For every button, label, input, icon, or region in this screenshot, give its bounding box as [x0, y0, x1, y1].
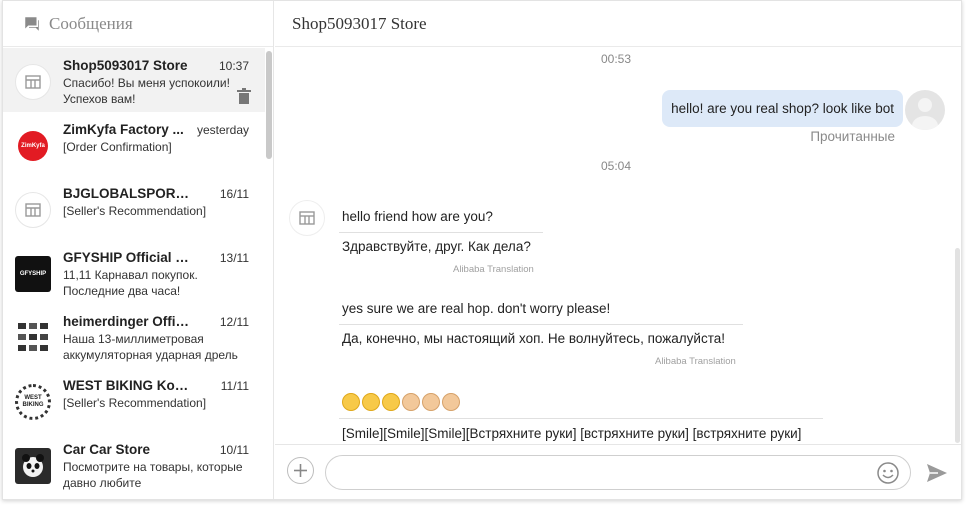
avatar: ZimKyfa: [15, 128, 51, 164]
conversation-preview: [Seller's Recommendation]: [63, 204, 207, 218]
logo-text: ZimKyfa: [21, 143, 45, 149]
conversation-preview: [Seller's Recommendation]: [63, 396, 207, 410]
conversation-preview: [Order Confirmation]: [63, 140, 172, 154]
conversation-preview: Спасибо! Вы меня успокоили! Успехов вам!: [63, 76, 230, 106]
smile-icon: [362, 393, 380, 411]
outgoing-message: hello! are you real shop? look like bot: [662, 90, 903, 127]
avatar: [15, 192, 51, 228]
timestamp: 00:53: [601, 52, 632, 66]
conversation-name: BJGLOBALSPORT S...: [63, 186, 193, 201]
conversation-item[interactable]: WEST BIKING WEST BIKING Korea... 11/11 […: [3, 368, 265, 432]
chat-scrollbar[interactable]: [955, 248, 960, 443]
conversation-preview: Наша 13-миллиметровая аккумуляторная уда…: [63, 332, 238, 362]
conversation-sidebar: Сообщения Shop5093017 Store 10:37 Спасиб…: [3, 1, 274, 499]
conversation-time: 16/11: [219, 187, 249, 201]
delete-icon[interactable]: [237, 88, 251, 104]
avatar: [15, 320, 51, 356]
conversation-time: yesterday: [196, 123, 249, 137]
handshake-icon: [442, 393, 460, 411]
avatar: GFYSHIP: [15, 256, 51, 292]
conversation-list[interactable]: Shop5093017 Store 10:37 Спасибо! Вы меня…: [3, 48, 265, 499]
read-status: Прочитанные: [810, 129, 895, 144]
message-divider: [339, 418, 823, 419]
message-area[interactable]: 00:53 hello! are you real shop? look lik…: [275, 48, 961, 444]
message-text: hello! are you real shop? look like bot: [671, 101, 894, 116]
incoming-message-original: hello friend how are you?: [342, 209, 493, 224]
smile-icon: [382, 393, 400, 411]
conversation-preview: 11,11 Карнавал покупок. Последние два ча…: [63, 268, 198, 298]
message-input[interactable]: [325, 455, 911, 490]
conversation-item[interactable]: ZimKyfa ZimKyfa Factory ... yesterday [O…: [3, 112, 265, 176]
emoji-icon[interactable]: [876, 461, 900, 485]
messages-icon: [25, 16, 39, 31]
store-icon: [25, 75, 41, 89]
conversation-name: Car Car Store: [63, 442, 151, 457]
conversation-time: 13/11: [219, 251, 249, 265]
store-icon: [299, 211, 315, 225]
message-composer: [275, 444, 961, 499]
incoming-message-translation: Да, конечно, мы настоящий хоп. Не волнуй…: [342, 331, 725, 346]
conversation-item[interactable]: Car Car Store 10/11 Посмотрите на товары…: [3, 432, 265, 496]
translation-label: Alibaba Translation: [453, 264, 534, 275]
conversation-item[interactable]: BJGLOBALSPORT S... 16/11 [Seller's Recom…: [3, 176, 265, 240]
conversation-name: Shop5093017 Store: [63, 58, 188, 73]
message-divider: [339, 232, 543, 233]
westbiking-logo: WEST BIKING: [22, 395, 44, 408]
conversation-name: heimerdinger Officia...: [63, 314, 193, 329]
handshake-icon: [422, 393, 440, 411]
message-divider: [339, 324, 743, 325]
translation-label: Alibaba Translation: [655, 356, 736, 367]
conversation-item[interactable]: heimerdinger Officia... 12/11 Наша 13-ми…: [3, 304, 265, 368]
avatar: WEST BIKING: [15, 384, 51, 420]
messenger-window: Сообщения Shop5093017 Store 10:37 Спасиб…: [2, 0, 962, 500]
user-avatar: [905, 90, 945, 130]
attach-button[interactable]: [287, 457, 314, 484]
sidebar-title: Сообщения: [49, 13, 133, 33]
conversation-time: 12/11: [219, 315, 249, 329]
sidebar-header: Сообщения: [3, 1, 273, 47]
conversation-time: 10/11: [219, 443, 249, 457]
plus-icon: [294, 464, 307, 477]
emoji-message: [342, 393, 460, 411]
conversation-name: GFYSHIP Official Store: [63, 250, 193, 265]
user-icon: [912, 98, 938, 130]
timestamp: 05:04: [601, 159, 632, 173]
send-icon[interactable]: [925, 461, 949, 485]
tools-logo: [18, 323, 48, 351]
incoming-message-translation: [Smile][Smile][Smile][Встряхните руки] […: [342, 426, 802, 441]
conversation-item[interactable]: Shop5093017 Store 10:37 Спасибо! Вы меня…: [3, 48, 265, 112]
store-avatar: [289, 200, 325, 236]
conversation-name: ZimKyfa Factory ...: [63, 122, 184, 137]
avatar: [15, 64, 51, 100]
incoming-message-original: yes sure we are real hop. don't worry pl…: [342, 301, 611, 316]
chat-title: Shop5093017 Store: [292, 13, 427, 33]
sidebar-scrollbar[interactable]: [266, 51, 272, 159]
store-icon: [25, 203, 41, 217]
gfyship-logo: GFYSHIP: [19, 271, 47, 277]
handshake-icon: [402, 393, 420, 411]
zimkyfa-logo: ZimKyfa: [18, 131, 48, 161]
chat-panel: Shop5093017 Store 00:53 hello! are you r…: [275, 1, 961, 499]
conversation-name: WEST BIKING Korea...: [63, 378, 193, 393]
panda-logo: [22, 454, 44, 477]
conversation-time: 10:37: [218, 59, 249, 73]
conversation-time: 11/11: [220, 379, 249, 393]
conversation-preview: Посмотрите на товары, которые давно люби…: [63, 460, 243, 490]
incoming-message-translation: Здравствуйте, друг. Как дела?: [342, 239, 531, 254]
conversation-item[interactable]: GFYSHIP GFYSHIP Official Store 13/11 11,…: [3, 240, 265, 304]
smile-icon: [342, 393, 360, 411]
chat-header: Shop5093017 Store: [275, 1, 961, 47]
avatar: [15, 448, 51, 484]
